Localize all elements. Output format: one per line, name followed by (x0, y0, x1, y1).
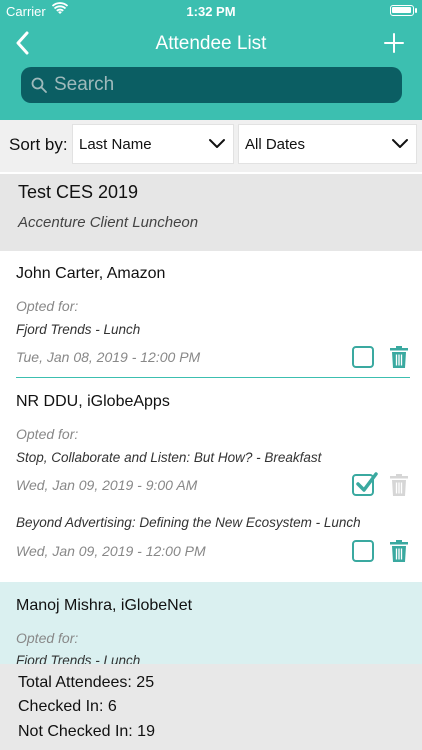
date-filter-select[interactable]: All Dates (238, 124, 417, 164)
session-datetime: Wed, Jan 09, 2019 - 12:00 PM (16, 543, 206, 559)
attendee-row-manoj-mishra[interactable]: Manoj Mishra, iGlobeNet Opted for: Fjord… (0, 582, 422, 664)
chevron-down-icon (209, 139, 225, 148)
attendance-summary: Total Attendees: 25 Checked In: 6 Not Ch… (0, 664, 422, 750)
not-checked-in-count: Not Checked In: 19 (18, 723, 155, 740)
chevron-down-icon (392, 139, 408, 148)
attendee-name: John Carter, Amazon (16, 265, 166, 282)
event-name: Test CES 2019 (18, 182, 139, 202)
checked-in-count: Checked In: 6 (18, 698, 117, 715)
event-header: Test CES 2019 Accenture Client Luncheon (0, 174, 422, 251)
checkmark-icon (356, 472, 378, 492)
sort-label: Sort by: (9, 135, 68, 154)
sort-field-select[interactable]: Last Name (72, 124, 234, 164)
session-title: Beyond Advertising: Defining the New Eco… (16, 515, 361, 530)
top-bar: Carrier 1:32 PM Attendee List (0, 0, 422, 120)
trash-icon[interactable] (389, 540, 409, 562)
page-title: Attendee List (155, 33, 267, 54)
trash-icon[interactable] (389, 346, 409, 368)
check-in-checkbox[interactable] (352, 540, 374, 562)
battery-icon (390, 5, 417, 16)
session-title: Stop, Collaborate and Listen: But How? -… (16, 450, 322, 465)
session-title: Fjord Trends - Lunch (16, 322, 141, 337)
search-bar[interactable] (21, 67, 402, 103)
session-datetime: Wed, Jan 09, 2019 - 9:00 AM (16, 477, 198, 493)
opted-label: Opted for: (16, 298, 79, 314)
date-filter-value: All Dates (245, 136, 306, 153)
row-divider (16, 377, 410, 378)
attendee-name: Manoj Mishra, iGlobeNet (16, 597, 193, 614)
search-icon (30, 76, 48, 94)
clock: 1:32 PM (186, 4, 236, 19)
session-title: Fjord Trends - Lunch (16, 653, 141, 664)
opted-label: Opted for: (16, 630, 79, 646)
check-in-checkbox[interactable] (352, 346, 374, 368)
event-subtitle: Accenture Client Luncheon (18, 214, 199, 231)
nav-bar: Attendee List (0, 26, 422, 60)
sort-field-value: Last Name (79, 136, 152, 153)
attendee-name: NR DDU, iGlobeApps (16, 393, 170, 410)
status-bar: Carrier 1:32 PM (0, 0, 422, 22)
trash-icon (390, 474, 408, 496)
total-attendees: Total Attendees: 25 (18, 674, 155, 691)
check-in-checkbox[interactable] (352, 472, 378, 496)
search-input[interactable] (54, 70, 402, 100)
plus-icon (384, 33, 404, 53)
opted-label: Opted for: (16, 426, 79, 442)
session-datetime: Tue, Jan 08, 2019 - 12:00 PM (16, 349, 201, 365)
add-attendee-button[interactable] (380, 28, 408, 58)
sort-bar: Sort by: Last Name All Dates (0, 120, 422, 172)
